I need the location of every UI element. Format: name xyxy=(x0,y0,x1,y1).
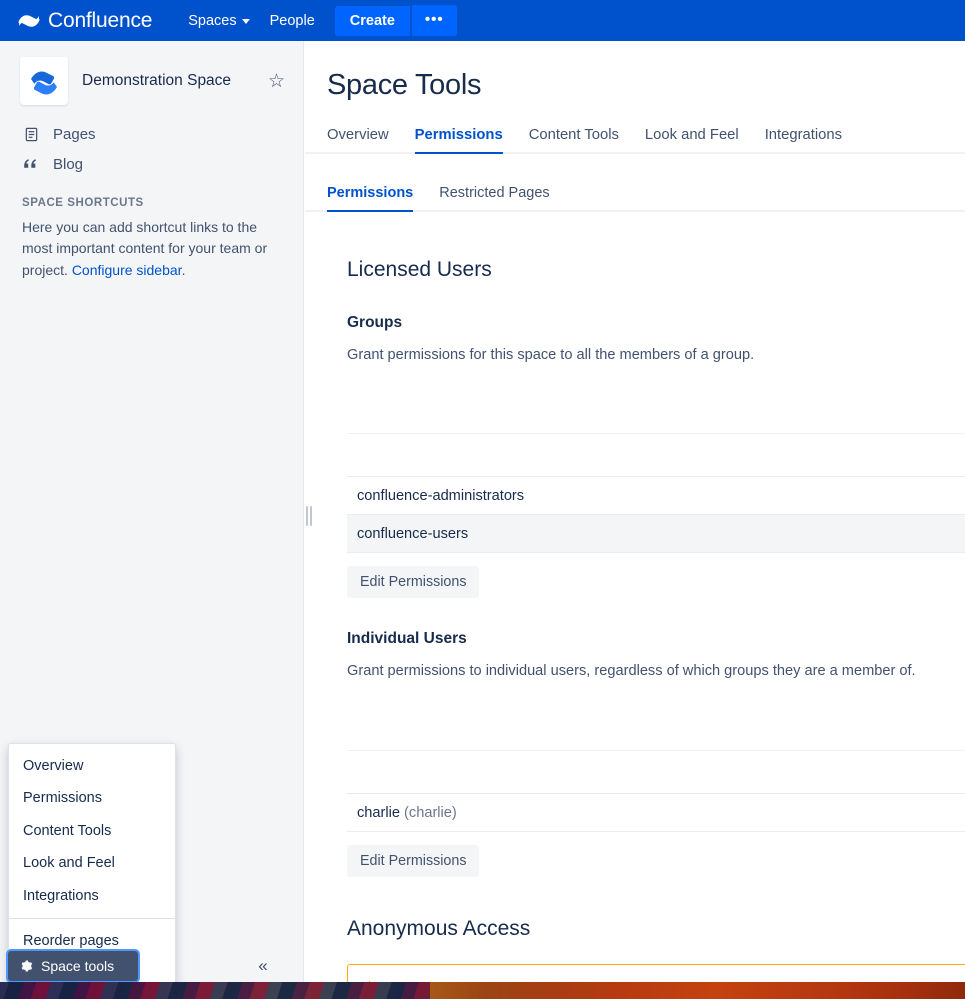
brand-name: Confluence xyxy=(48,8,153,32)
warning-text: Anonymous users can't view this space be… xyxy=(390,979,953,982)
space-name: Demonstration Space xyxy=(82,71,232,89)
individual-users-heading: Individual Users xyxy=(347,630,467,648)
space-shortcuts-description: Here you can add shortcut links to the m… xyxy=(22,217,277,281)
tab-content-tools[interactable]: Content Tools xyxy=(529,123,619,154)
anonymous-access-warning: Anonymous users can't view this space be… xyxy=(347,964,965,982)
menu-divider xyxy=(9,918,175,920)
groups-table-subheader-row xyxy=(347,433,965,478)
star-icon[interactable]: ☆ xyxy=(268,72,285,91)
more-options-button[interactable]: ••• xyxy=(411,5,457,36)
edit-permissions-users-button[interactable]: Edit Permissions xyxy=(347,845,480,878)
individual-users-description: Grant permissions to individual users, r… xyxy=(347,663,916,680)
licensed-users-heading: Licensed Users xyxy=(347,257,492,281)
user-fullname: charlie xyxy=(357,804,400,821)
tab-integrations[interactable]: Integrations xyxy=(765,123,842,154)
space-tools-button[interactable]: Space tools xyxy=(8,951,138,981)
space-menu-item-content-tools[interactable]: Content Tools xyxy=(9,815,175,847)
groups-description: Grant permissions for this space to all … xyxy=(347,346,755,363)
space-tools-button-label: Space tools xyxy=(41,958,115,974)
group-name: confluence-users xyxy=(347,514,965,554)
sidebar-nav-list: Pages Blog xyxy=(0,115,303,179)
groups-table-header-row xyxy=(347,391,965,435)
table-row[interactable]: confluence-users xyxy=(347,514,965,554)
space-tools-tabs: Overview Permissions Content Tools Look … xyxy=(305,103,965,154)
individual-users-permissions-table: charlie (charlie) xyxy=(347,708,965,833)
anonymous-access-heading: Anonymous Access xyxy=(347,917,531,941)
edit-permissions-groups-button[interactable]: Edit Permissions xyxy=(347,566,480,599)
groups-permissions-table: confluence-administrators confluence-use… xyxy=(347,391,965,554)
space-menu-item-integrations[interactable]: Integrations xyxy=(9,880,175,912)
sidebar-item-pages[interactable]: Pages xyxy=(0,119,303,149)
subtab-permissions[interactable]: Permissions xyxy=(327,181,414,212)
space-menu-item-permissions[interactable]: Permissions xyxy=(9,782,175,814)
configure-sidebar-link[interactable]: Configure sidebar xyxy=(72,262,182,278)
page-document-icon xyxy=(22,125,40,143)
groups-heading: Groups xyxy=(347,313,403,331)
sidebar-resize-handle[interactable] xyxy=(305,505,313,527)
confluence-brand[interactable]: Confluence xyxy=(18,9,152,33)
table-row[interactable]: confluence-administrators xyxy=(347,476,965,516)
collapse-sidebar-button[interactable]: « xyxy=(248,952,278,980)
page-title: Space Tools xyxy=(327,69,482,101)
shortcuts-text-end: . xyxy=(181,261,186,278)
subtab-restricted-pages[interactable]: Restricted Pages xyxy=(439,181,549,212)
nav-item-people[interactable]: People xyxy=(260,7,325,35)
space-tools-menu: Overview Permissions Content Tools Look … xyxy=(8,743,176,982)
tab-look-and-feel[interactable]: Look and Feel xyxy=(645,123,739,154)
group-name: confluence-administrators xyxy=(347,476,965,516)
sidebar-item-blog[interactable]: Blog xyxy=(0,149,303,179)
users-table-header-row xyxy=(347,708,965,752)
permissions-subtabs: Permissions Restricted Pages xyxy=(305,154,965,212)
gear-icon xyxy=(19,959,33,973)
create-button[interactable]: Create xyxy=(334,5,410,36)
nav-item-spaces[interactable]: Spaces xyxy=(178,7,259,35)
confluence-space-avatar-icon xyxy=(20,57,68,105)
nav-item-people-label: People xyxy=(269,12,315,29)
permissions-content: Licensed Users Groups Grant permissions … xyxy=(305,212,965,982)
space-header: Demonstration Space ☆ xyxy=(0,41,303,115)
nav-item-spaces-label: Spaces xyxy=(188,12,237,29)
space-menu-item-look-and-feel[interactable]: Look and Feel xyxy=(9,847,175,879)
user-username: (charlie) xyxy=(400,804,457,821)
chevron-down-icon xyxy=(241,19,250,24)
user-name: charlie (charlie) xyxy=(347,793,965,833)
blog-quote-icon xyxy=(22,155,40,173)
users-table-subheader-row xyxy=(347,750,965,795)
table-row[interactable]: charlie (charlie) xyxy=(347,793,965,833)
warning-line1-rest: because global anonymous 'Use Confluence… xyxy=(662,981,953,982)
sidebar-item-pages-label: Pages xyxy=(53,125,96,143)
top-navigation-bar: Confluence Spaces People Create ••• xyxy=(0,0,965,41)
space-shortcuts-heading: SPACE SHORTCUTS xyxy=(22,197,144,209)
warning-triangle-icon xyxy=(362,979,377,982)
tab-permissions[interactable]: Permissions xyxy=(414,123,503,154)
browser-viewport: Confluence Spaces People Create ••• Demo… xyxy=(0,0,965,982)
main-content: Space Tools Overview Permissions Content… xyxy=(305,41,965,982)
tab-overview[interactable]: Overview xyxy=(327,123,389,154)
confluence-logo-icon xyxy=(18,11,40,31)
space-menu-item-overview[interactable]: Overview xyxy=(9,750,175,782)
warning-bold-text: Anonymous users can't view this space xyxy=(390,981,662,982)
sidebar-item-blog-label: Blog xyxy=(53,155,84,173)
